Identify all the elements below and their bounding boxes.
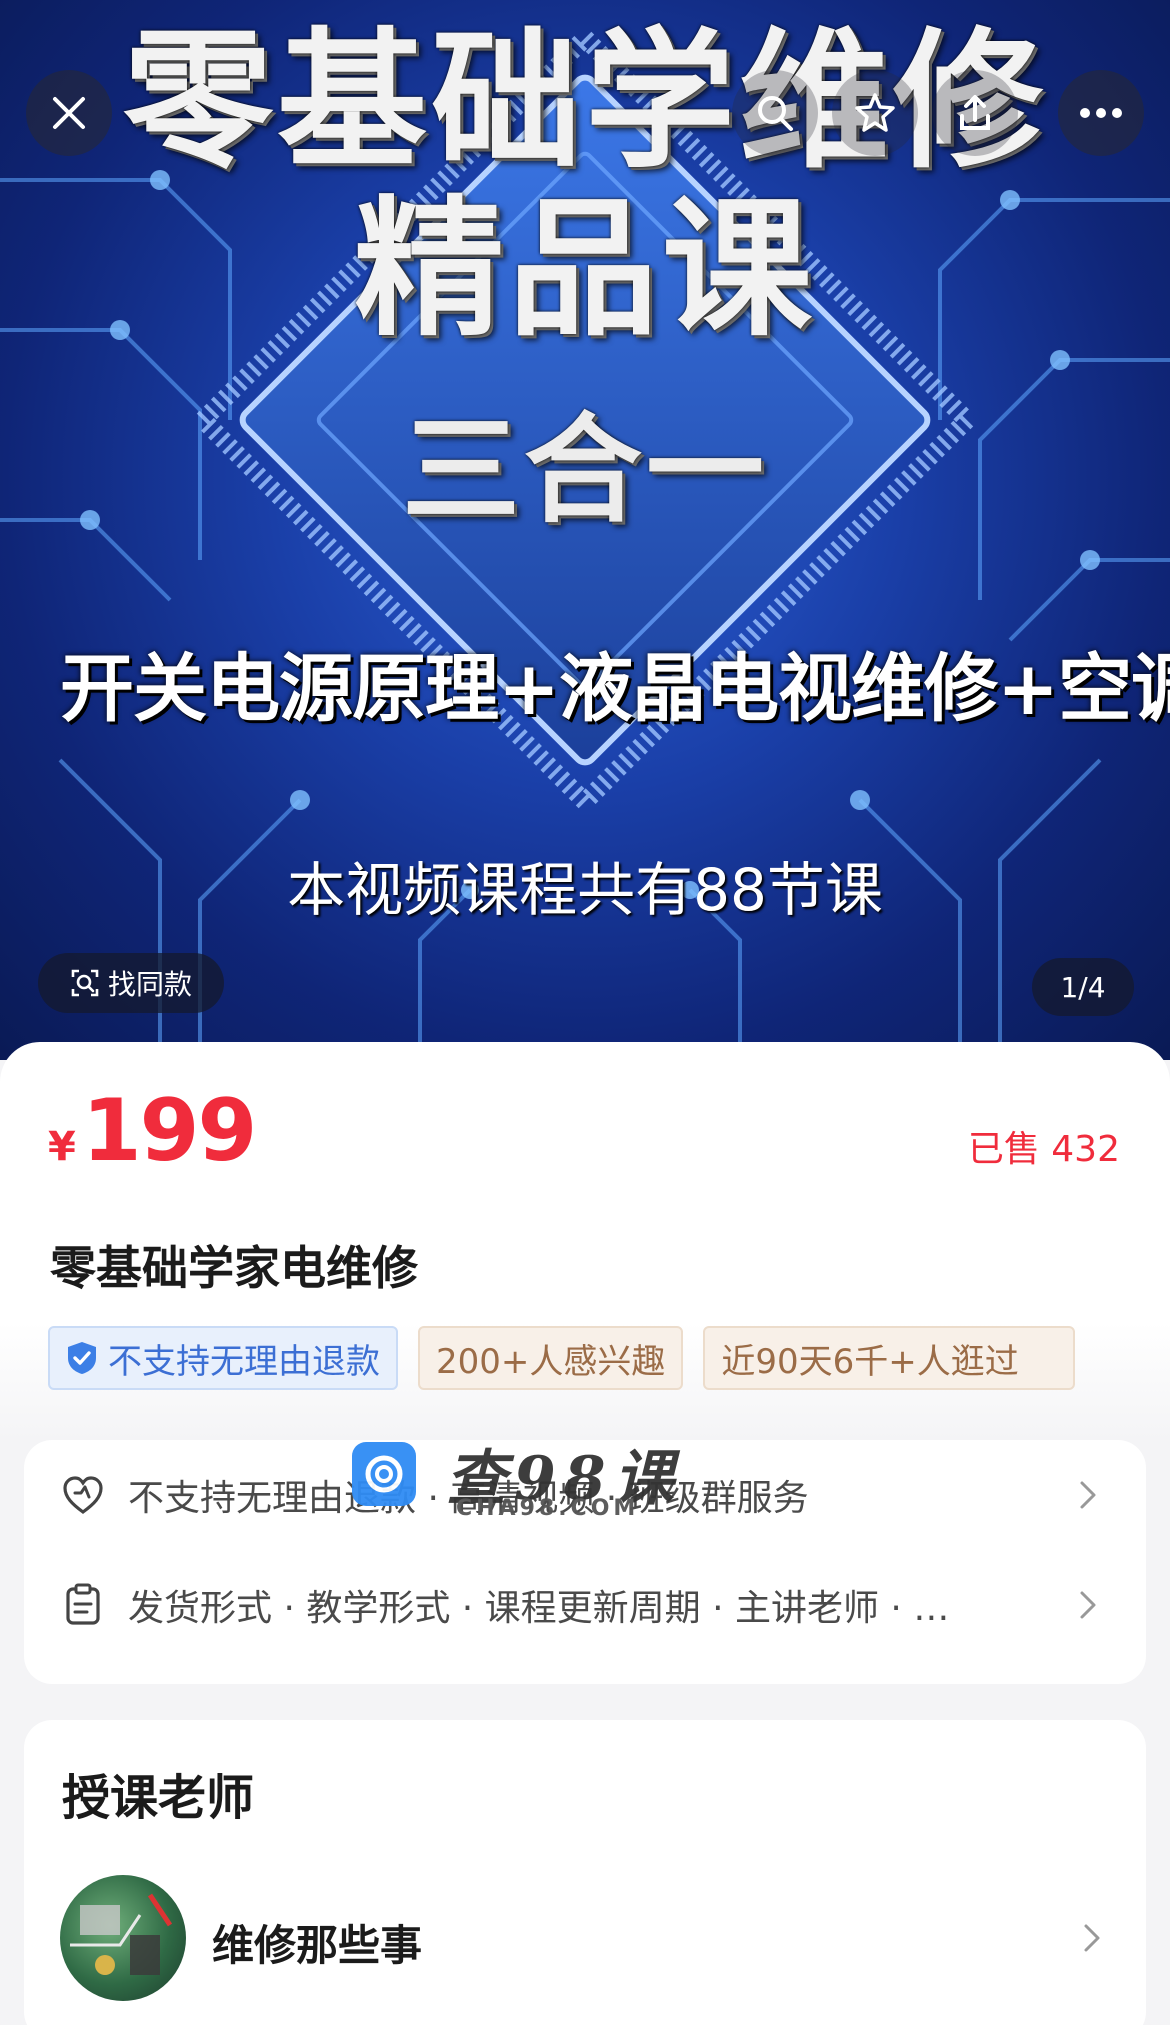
more-options-button[interactable] — [1058, 70, 1144, 156]
hero-title-line2: 精品课 — [353, 183, 816, 357]
chevron-right-icon — [1080, 1591, 1096, 1619]
watermark-sub: CHA98.COM — [456, 1496, 640, 1521]
course-params-row[interactable]: 发货形式 · 教学形式 · 课程更新周期 · 主讲老师 · … — [60, 1570, 1110, 1640]
tag-visited: 近90天6千+人逛过 — [703, 1326, 1076, 1390]
share-icon — [960, 95, 990, 130]
teacher-avatar[interactable] — [60, 1875, 186, 2001]
favorite-button[interactable] — [832, 70, 918, 156]
product-tags: 不支持无理由退款 200+人感兴趣 近90天6千+人逛过 — [48, 1326, 1076, 1390]
sold-count: 已售 432 — [967, 1129, 1120, 1170]
search-button[interactable] — [732, 70, 818, 156]
image-search-icon — [71, 969, 99, 997]
hero-lesson-count: 本视频课程共有88节课 — [287, 856, 883, 924]
teacher-card: 授课老师 维修那些事 — [24, 1720, 1146, 2025]
find-same-label: 找同款 — [107, 968, 192, 1001]
price: ¥ 199 — [48, 1081, 258, 1181]
price-currency: ¥ — [48, 1124, 76, 1170]
clipboard-icon — [66, 1583, 100, 1625]
find-same-button[interactable]: 找同款 — [38, 953, 224, 1013]
course-params-text: 发货形式 · 教学形式 · 课程更新周期 · 主讲老师 · … — [128, 1588, 950, 1629]
share-button[interactable] — [932, 70, 1018, 156]
hero-title-line3: 三合一 — [401, 401, 768, 539]
watermark-logo-icon — [352, 1441, 416, 1506]
tag-no-return[interactable]: 不支持无理由退款 — [48, 1326, 398, 1390]
shield-check-icon — [68, 1342, 96, 1374]
image-pager: 1/4 — [1032, 958, 1134, 1016]
more-icon — [1080, 108, 1122, 118]
heart-shield-icon — [63, 1476, 103, 1514]
watermark: 查98课 CHA98.COM — [352, 1430, 682, 1521]
tag-no-return-label: 不支持无理由退款 — [108, 1341, 380, 1382]
search-icon — [758, 96, 793, 131]
circuit-board-photo — [70, 1893, 173, 1975]
hero-subtitle: 开关电源原理+液晶电视维修+空调维修 — [60, 646, 1170, 732]
product-title: 零基础学家电维修 — [50, 1241, 418, 1295]
teacher-name[interactable]: 维修那些事 — [212, 1912, 422, 1973]
tag-interested: 200+人感兴趣 — [418, 1326, 684, 1390]
close-icon — [53, 97, 85, 129]
chevron-right-icon — [1080, 1481, 1096, 1509]
product-image-carousel[interactable]: 零基础学维修 精品课 三合一 开关电源原理+液晶电视维修+空调维修 本视频课程共… — [0, 0, 1170, 1060]
star-icon — [855, 93, 895, 132]
chevron-right-icon[interactable] — [1074, 1920, 1110, 1956]
teacher-section-title: 授课老师 — [62, 1770, 255, 1826]
price-value: 199 — [81, 1081, 258, 1181]
close-button[interactable] — [26, 70, 112, 156]
